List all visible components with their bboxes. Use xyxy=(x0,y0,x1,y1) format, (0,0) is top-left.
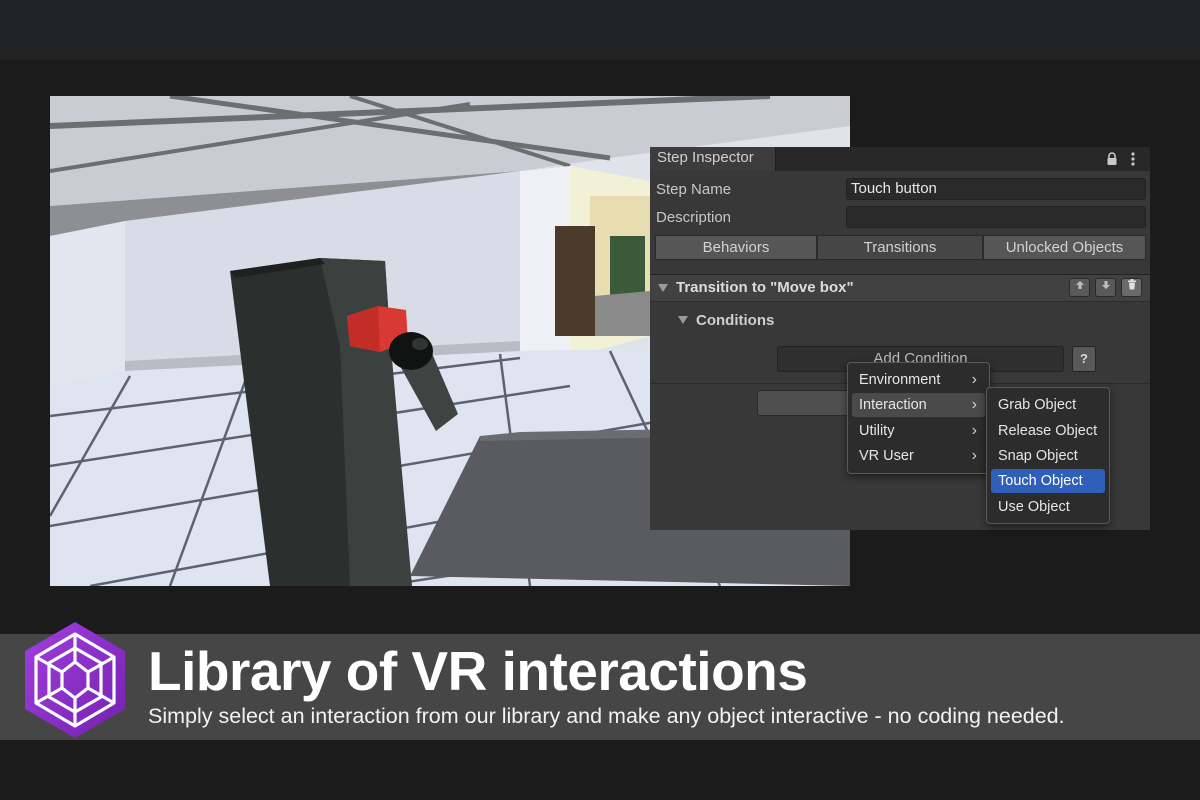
interaction-submenu: Grab Object Release Object Snap Object T… xyxy=(986,387,1110,524)
brand-logo xyxy=(25,622,125,738)
step-name-label: Step Name xyxy=(656,181,732,198)
transition-title: Transition to "Move box" xyxy=(676,279,854,296)
menu-item-grab-object[interactable]: Grab Object xyxy=(991,393,1105,417)
delete-button[interactable] xyxy=(1121,278,1142,297)
conditions-collapse-icon[interactable] xyxy=(678,316,688,324)
transition-header[interactable]: Transition to "Move box" xyxy=(650,275,1150,302)
top-strip xyxy=(0,0,1200,60)
description-field[interactable] xyxy=(846,206,1146,228)
trash-icon xyxy=(1127,279,1136,290)
menu-item-interaction[interactable]: Interaction › xyxy=(852,393,985,417)
inspector-tabs: Behaviors Transitions Unlocked Objects xyxy=(655,235,1146,260)
menu-item-label: Environment xyxy=(859,372,941,388)
chevron-right-icon: › xyxy=(971,447,977,464)
arrow-up-icon xyxy=(1075,281,1084,289)
move-down-button[interactable] xyxy=(1095,278,1116,297)
move-up-button[interactable] xyxy=(1069,278,1090,297)
banner-title: Library of VR interactions xyxy=(148,640,808,702)
more-options-icon[interactable] xyxy=(1130,151,1136,167)
arrow-down-icon xyxy=(1101,281,1110,289)
conditions-label: Conditions xyxy=(696,312,775,329)
inspector-header: Step Inspector xyxy=(650,147,1150,171)
menu-item-touch-object[interactable]: Touch Object xyxy=(991,469,1105,493)
collapse-triangle-icon[interactable] xyxy=(658,284,668,292)
menu-item-use-object[interactable]: Use Object xyxy=(991,495,1105,519)
help-button[interactable]: ? xyxy=(1072,346,1096,372)
menu-item-label: Interaction xyxy=(859,397,927,413)
menu-item-release-object[interactable]: Release Object xyxy=(991,419,1105,443)
description-label: Description xyxy=(656,209,732,226)
lock-icon[interactable] xyxy=(1106,152,1118,166)
menu-item-vr-user[interactable]: VR User › xyxy=(852,444,985,468)
tab-behaviors[interactable]: Behaviors xyxy=(655,235,817,260)
banner-subtitle: Simply select an interaction from our li… xyxy=(148,704,1065,728)
menu-item-utility[interactable]: Utility › xyxy=(852,419,985,443)
condition-category-menu: Environment › Interaction › Utility › VR… xyxy=(847,362,990,474)
step-name-field[interactable]: Touch button xyxy=(846,178,1146,200)
menu-item-environment[interactable]: Environment › xyxy=(852,368,985,392)
menu-item-label: VR User xyxy=(859,448,914,464)
chevron-right-icon: › xyxy=(971,371,977,388)
chevron-right-icon: › xyxy=(971,396,977,413)
tab-unlocked-objects[interactable]: Unlocked Objects xyxy=(983,235,1146,260)
tab-transitions[interactable]: Transitions xyxy=(817,235,983,260)
tab-step-inspector[interactable]: Step Inspector xyxy=(650,147,776,171)
menu-item-label: Utility xyxy=(859,423,895,439)
menu-item-snap-object[interactable]: Snap Object xyxy=(991,444,1105,468)
chevron-right-icon: › xyxy=(971,422,977,439)
